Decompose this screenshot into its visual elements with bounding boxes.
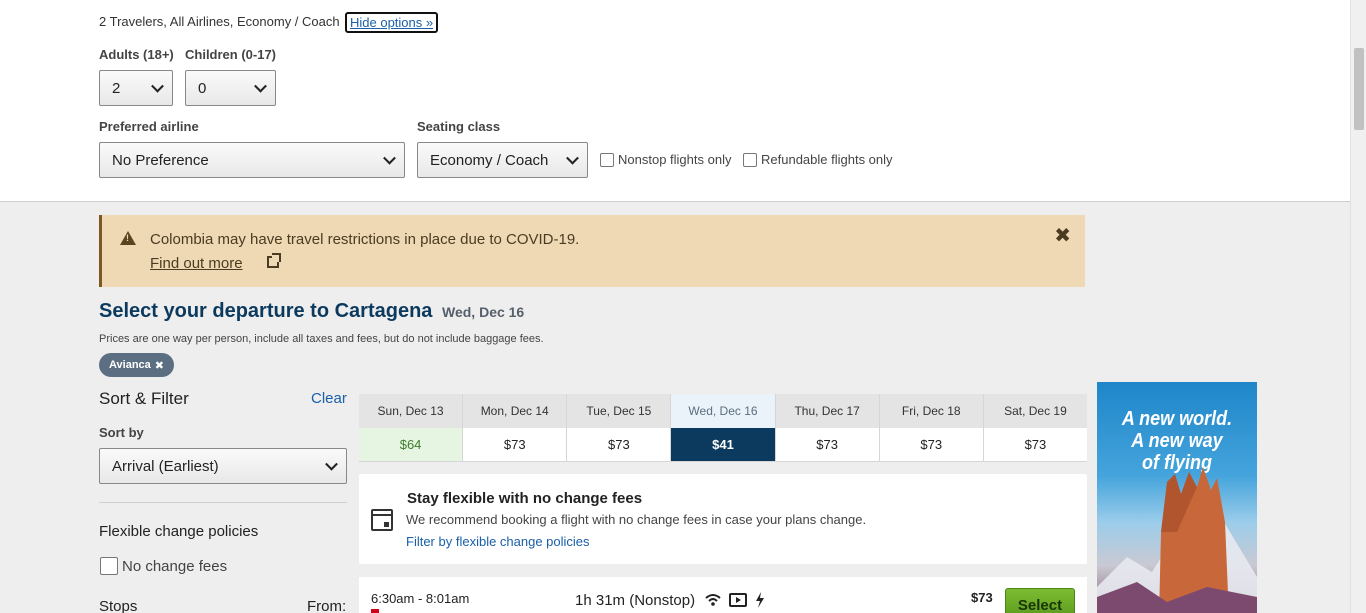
chevron-down-icon: [566, 151, 579, 165]
mountain-illustration: [1097, 467, 1257, 613]
search-summary: 2 Travelers, All Airlines, Economy / Coa…: [99, 14, 340, 29]
chevron-down-icon: [383, 151, 396, 165]
page-title-text: Select your departure to Cartagena: [99, 300, 433, 322]
close-icon[interactable]: ✖: [1054, 223, 1071, 248]
date-option-price[interactable]: $41: [671, 428, 775, 462]
date-option-day: Wed, Dec 16: [671, 394, 775, 428]
adults-label: Adults (18+): [99, 47, 174, 62]
adults-value: 2: [112, 79, 121, 97]
date-option-day: Fri, Dec 18: [879, 394, 983, 428]
date-option[interactable]: Thu, Dec 17 $73: [775, 394, 880, 462]
seating-select[interactable]: Economy / Coach: [417, 142, 588, 178]
airline-select[interactable]: No Preference: [99, 142, 405, 178]
no-change-fees-checkbox[interactable]: No change fees: [100, 557, 227, 575]
select-flight-button[interactable]: Select: [1005, 588, 1075, 613]
date-option-price[interactable]: $73: [879, 428, 983, 462]
date-option-day: Thu, Dec 17: [775, 394, 879, 428]
date-option[interactable]: Tue, Dec 15 $73: [567, 394, 672, 462]
checkbox-box[interactable]: [743, 152, 757, 167]
warning-icon: [120, 231, 136, 245]
date-option[interactable]: Fri, Dec 18 $73: [879, 394, 984, 462]
chevron-down-icon: [325, 457, 338, 471]
calendar-icon: [371, 509, 393, 531]
chevron-down-icon: [151, 79, 164, 93]
date-option-day: Tue, Dec 15: [567, 394, 671, 428]
date-option-price[interactable]: $73: [567, 428, 671, 462]
page-scrollbar[interactable]: [1350, 0, 1366, 613]
airline-filter-chip[interactable]: Avianca ✖: [99, 353, 175, 377]
chevron-down-icon: [254, 79, 267, 93]
date-option[interactable]: Sun, Dec 13 $64: [359, 394, 464, 462]
departure-date: Wed, Dec 16: [442, 304, 525, 320]
date-price-bar: Sun, Dec 13 $64 Mon, Dec 14 $73 Tue, Dec 15 $…: [359, 394, 1087, 462]
airline-label: Preferred airline: [99, 119, 199, 134]
page-title: Select your departure to Cartagena Wed, …: [99, 300, 524, 323]
advertisement-banner[interactable]: A new world. A new way of flying: [1097, 382, 1257, 613]
date-option-day: Sat, Dec 19: [983, 394, 1087, 428]
flex-card-title: Stay flexible with no change fees: [407, 490, 643, 507]
seating-value: Economy / Coach: [430, 151, 549, 169]
filter-flexible-link[interactable]: Filter by flexible change policies: [406, 534, 590, 549]
refundable-label: Refundable flights only: [761, 152, 893, 167]
remove-filter-icon[interactable]: ✖: [155, 359, 164, 372]
nonstop-label: Nonstop flights only: [618, 152, 732, 167]
price-note: Prices are one way per person, include a…: [99, 333, 544, 345]
checkbox-box[interactable]: [600, 152, 614, 167]
sort-value: Arrival (Earliest): [112, 457, 219, 475]
power-icon: [756, 592, 764, 608]
stops-title: Stops: [99, 598, 138, 613]
date-option[interactable]: Wed, Dec 16 $41: [671, 394, 776, 462]
scrollbar-thumb[interactable]: [1354, 48, 1364, 130]
amenity-icons: [705, 592, 765, 608]
flex-policies-title: Flexible change policies: [99, 523, 259, 540]
covid-alert: Colombia may have travel restrictions in…: [99, 215, 1085, 287]
date-option-day: Sun, Dec 13: [359, 394, 463, 428]
external-link-icon[interactable]: [267, 253, 281, 268]
flight-price: $73: [971, 590, 993, 605]
date-option-price[interactable]: $64: [359, 428, 463, 462]
flight-times: 6:30am - 8:01am: [371, 591, 470, 606]
date-option-price[interactable]: $73: [463, 428, 567, 462]
video-icon: [729, 593, 747, 607]
children-label: Children (0-17): [185, 47, 277, 62]
flex-card-subtitle: We recommend booking a flight with no ch…: [406, 512, 867, 527]
find-out-more-link[interactable]: Find out more: [150, 255, 243, 272]
checkbox-box[interactable]: [100, 557, 118, 575]
adults-select[interactable]: 2: [99, 70, 173, 106]
refundable-checkbox[interactable]: Refundable flights only: [743, 152, 893, 167]
wifi-icon: [705, 594, 721, 606]
from-label: From:: [307, 598, 347, 613]
date-option[interactable]: Mon, Dec 14 $73: [463, 394, 568, 462]
date-option[interactable]: Sat, Dec 19 $73: [983, 394, 1087, 462]
nonstop-checkbox[interactable]: Nonstop flights only: [600, 152, 731, 167]
children-value: 0: [198, 79, 207, 97]
alert-message: Colombia may have travel restrictions in…: [150, 231, 580, 248]
flight-duration: 1h 31m (Nonstop): [575, 592, 696, 609]
date-option-day: Mon, Dec 14: [463, 394, 567, 428]
seating-label: Seating class: [417, 119, 501, 134]
sidebar-divider: [99, 502, 347, 503]
date-option-price[interactable]: $73: [775, 428, 879, 462]
search-options-panel: 2 Travelers, All Airlines, Economy / Coa…: [0, 0, 1350, 202]
clear-filters-link[interactable]: Clear: [311, 390, 347, 407]
hide-options-link[interactable]: Hide options »: [345, 12, 439, 33]
sort-filter-title: Sort & Filter: [99, 389, 189, 408]
chip-label: Avianca: [109, 359, 151, 371]
date-option-price[interactable]: $73: [983, 428, 1087, 462]
no-change-fees-label: No change fees: [122, 557, 228, 575]
airline-logo: [371, 609, 379, 613]
flexible-fees-card: Stay flexible with no change fees We rec…: [359, 474, 1087, 564]
children-select[interactable]: 0: [185, 70, 276, 106]
airline-value: No Preference: [112, 151, 209, 169]
sort-by-label: Sort by: [99, 425, 144, 440]
flight-result-row[interactable]: 6:30am - 8:01am 1h 31m (Nonstop) $73 Sel…: [359, 577, 1087, 613]
sort-select[interactable]: Arrival (Earliest): [99, 448, 347, 484]
